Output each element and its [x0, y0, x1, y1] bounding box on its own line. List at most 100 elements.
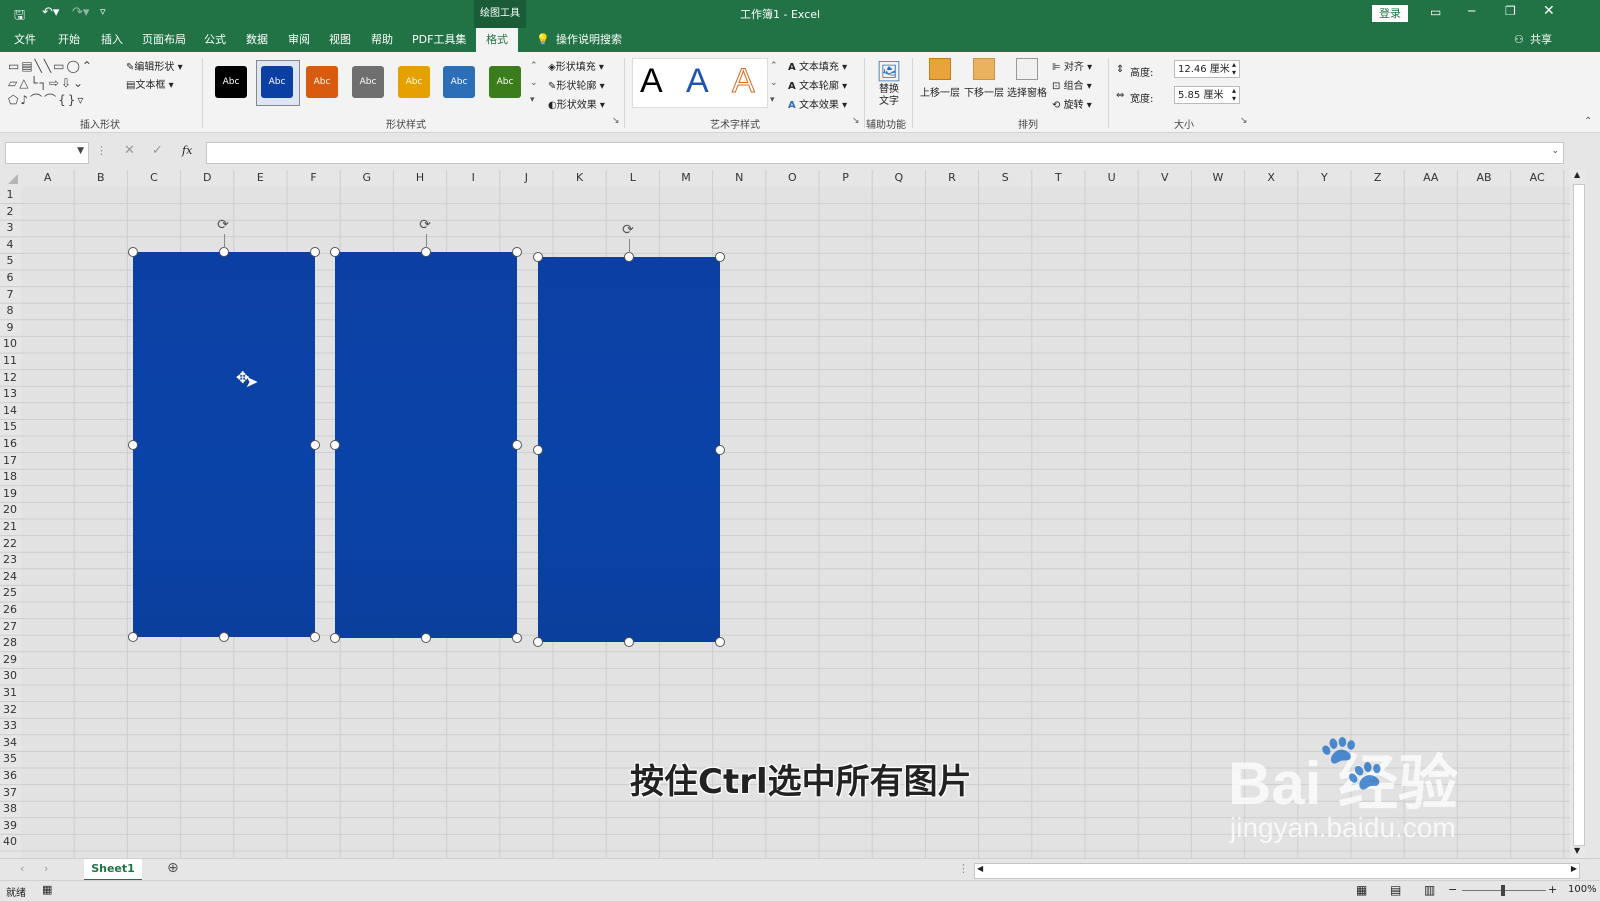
rectangle-shape[interactable] [538, 257, 720, 642]
tab-data[interactable]: 数据 [246, 28, 268, 52]
column-header[interactable]: G [340, 170, 393, 186]
macro-record-icon[interactable]: ▦ [42, 883, 52, 896]
style-swatch-green[interactable]: Abc [489, 66, 521, 98]
wordart-scroll-icon[interactable]: ⌃ ⌄ ▾ [770, 58, 782, 110]
row-header[interactable]: 33 [0, 718, 20, 735]
tell-me-search[interactable]: 操作说明搜索 [556, 28, 622, 52]
row-header[interactable]: 25 [0, 585, 20, 602]
row-header[interactable]: 3 [0, 220, 20, 237]
resize-handle[interactable] [533, 252, 543, 262]
scroll-down-icon[interactable]: ▼ [1574, 846, 1580, 855]
row-header[interactable]: 19 [0, 486, 20, 503]
column-header[interactable]: N [713, 170, 766, 186]
gallery-scroll-icon[interactable]: ⌃ ⌄ ▾ [530, 58, 542, 110]
resize-handle[interactable] [330, 633, 340, 643]
bring-forward-button[interactable]: 上移一层 [918, 58, 962, 99]
column-header[interactable]: AA [1404, 170, 1457, 186]
style-swatch-gray[interactable]: Abc [352, 66, 384, 98]
close-icon[interactable]: ✕ [1543, 3, 1555, 19]
resize-handle[interactable] [330, 440, 340, 450]
enter-icon[interactable]: ✓ [152, 143, 163, 158]
style-swatch-orange[interactable]: Abc [306, 66, 338, 98]
row-header[interactable]: 13 [0, 386, 20, 403]
row-header[interactable]: 37 [0, 785, 20, 802]
resize-handle[interactable] [330, 247, 340, 257]
row-header[interactable]: 29 [0, 652, 20, 669]
row-header[interactable]: 6 [0, 270, 20, 287]
tab-view[interactable]: 视图 [329, 28, 351, 52]
share-button[interactable]: 共享 [1530, 28, 1552, 52]
text-effects-button[interactable]: A 文本效果 ▾ [788, 96, 847, 111]
save-icon[interactable]: 🖫 [14, 6, 25, 28]
resize-handle[interactable] [533, 444, 543, 455]
row-header[interactable]: 14 [0, 403, 20, 420]
resize-handle[interactable] [533, 637, 543, 647]
rectangle-shape[interactable] [133, 252, 315, 637]
page-layout-view-icon[interactable]: ▤ [1390, 883, 1401, 897]
vertical-scroll-thumb[interactable] [1573, 184, 1585, 846]
column-header[interactable]: AC [1511, 170, 1564, 186]
column-header[interactable]: D [181, 170, 234, 186]
tab-insert[interactable]: 插入 [101, 28, 123, 52]
resize-handle[interactable] [310, 247, 320, 257]
scroll-right-icon[interactable]: ▶ [1571, 864, 1577, 873]
row-header[interactable]: 4 [0, 237, 20, 254]
row-header[interactable]: 22 [0, 536, 20, 553]
column-header[interactable]: E [234, 170, 287, 186]
tab-pdf-tools[interactable]: PDF工具集 [412, 28, 466, 52]
row-header[interactable]: 24 [0, 569, 20, 586]
row-header[interactable]: 36 [0, 768, 20, 785]
column-header[interactable]: M [659, 170, 712, 186]
rotate-handle-icon[interactable]: ⟳ [418, 218, 432, 232]
row-header[interactable]: 15 [0, 419, 20, 436]
prev-sheet-icon[interactable]: ‹ [20, 862, 24, 875]
style-swatch-blue[interactable]: Abc [261, 66, 293, 98]
resize-handle[interactable] [310, 632, 320, 642]
zoom-in-icon[interactable]: + [1548, 883, 1557, 896]
shape-outline-button[interactable]: ✎形状轮廓 ▾ [548, 77, 605, 92]
row-header[interactable]: 39 [0, 818, 20, 835]
tab-review[interactable]: 审阅 [288, 28, 310, 52]
resize-handle[interactable] [715, 444, 725, 455]
row-header[interactable]: 21 [0, 519, 20, 536]
undo-icon[interactable]: ↶▾ [42, 5, 59, 20]
row-header[interactable]: 17 [0, 453, 20, 470]
column-header[interactable]: AB [1457, 170, 1510, 186]
column-header[interactable]: B [74, 170, 127, 186]
row-header[interactable]: 23 [0, 552, 20, 569]
height-field[interactable]: 12.46 厘米 [1174, 60, 1240, 78]
textbox-button[interactable]: ▤文本框 ▾ [126, 76, 174, 91]
redo-icon[interactable]: ↷▾ [72, 5, 89, 20]
column-header[interactable]: Z [1351, 170, 1404, 186]
group-button[interactable]: ⊡ 组合 ▾ [1052, 77, 1092, 92]
style-swatch-lightblue[interactable]: Abc [443, 66, 475, 98]
tab-format[interactable]: 格式 [476, 28, 518, 52]
height-spinner-icon[interactable]: ▴ ▾ [1232, 61, 1236, 77]
tab-formulas[interactable]: 公式 [204, 28, 226, 52]
row-header[interactable]: 10 [0, 336, 20, 353]
tab-page-layout[interactable]: 页面布局 [142, 28, 186, 52]
name-box[interactable]: ▼ [5, 142, 89, 164]
row-header[interactable]: 7 [0, 287, 20, 304]
row-header[interactable]: 8 [0, 303, 20, 320]
row-header[interactable]: 31 [0, 685, 20, 702]
horizontal-scrollbar[interactable]: ◀ ▶ [974, 863, 1580, 879]
resize-handle[interactable] [128, 632, 138, 642]
wordart-style-blue[interactable]: A [686, 62, 709, 101]
worksheet-grid[interactable]: A B C D E F G H I J K L M N O P Q R S T U V W X Y Z AA AB AC 1234567… [0, 170, 1586, 858]
column-header[interactable]: U [1085, 170, 1138, 186]
width-spinner-icon[interactable]: ▴ ▾ [1232, 87, 1236, 103]
formula-input[interactable]: ⌄ [206, 142, 1564, 164]
row-header[interactable]: 16 [0, 436, 20, 453]
resize-handle[interactable] [512, 633, 522, 643]
collapse-ribbon-icon[interactable]: ⌃ [1584, 116, 1592, 127]
shape-gallery[interactable]: ▭▤╲╲▭◯⌃ ▱△└┐⇨⇩⌄ ⬠♪⌒⌒{}▿ [8, 58, 120, 110]
wordart-style-black[interactable]: A [640, 62, 663, 101]
chevron-down-icon[interactable]: ⌄ [1551, 146, 1559, 156]
style-swatch-gold[interactable]: Abc [398, 66, 430, 98]
login-button[interactable]: 登录 [1372, 5, 1408, 22]
row-header[interactable]: 20 [0, 502, 20, 519]
tab-help[interactable]: 帮助 [371, 28, 393, 52]
shape-effects-button[interactable]: ◐形状效果 ▾ [548, 96, 605, 111]
rectangle-shape[interactable] [335, 252, 517, 638]
